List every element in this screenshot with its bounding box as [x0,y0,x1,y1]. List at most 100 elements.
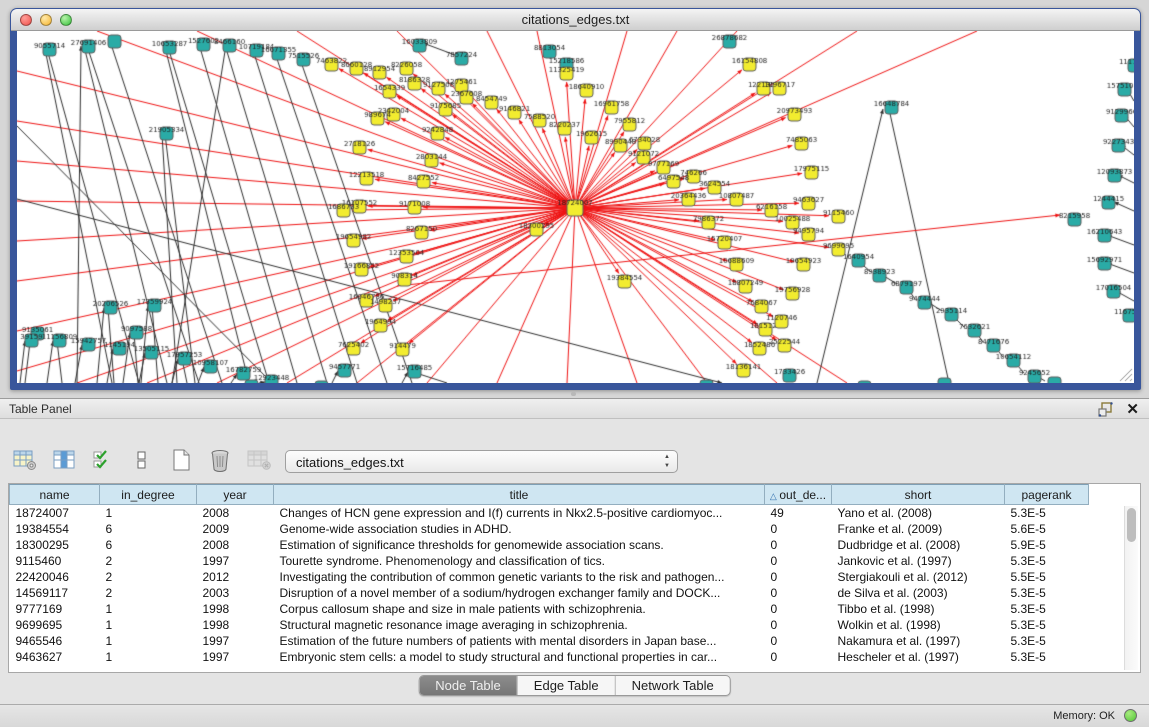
table-cell[interactable]: 2009 [197,521,274,537]
delete-icon[interactable] [207,448,233,472]
table-cell[interactable]: Tibbo et al. (1998) [832,601,1005,617]
table-cell[interactable]: 18724007 [10,505,100,521]
table-row[interactable]: 969969511998Structural magnetic resonanc… [10,617,1089,633]
tab-edge-table[interactable]: Edge Table [518,676,616,695]
table-cell[interactable]: 5.3E-5 [1005,617,1089,633]
scrollbar-thumb[interactable] [1127,508,1136,542]
table-cell[interactable]: 1997 [197,633,274,649]
network-canvas[interactable] [17,31,1134,383]
table-cell[interactable]: 0 [765,585,832,601]
table-select-dropdown[interactable]: citations_edges.txt ▲▼ [285,450,678,473]
table-options-icon[interactable] [12,448,38,472]
table-cell[interactable]: Embryonic stem cells: a model to study s… [274,649,765,665]
table-cell[interactable]: Nakamura et al. (1997) [832,633,1005,649]
table-cell[interactable]: 2 [100,569,197,585]
table-cell[interactable]: Estimation of the future numbers of pati… [274,633,765,649]
table-cell[interactable]: 0 [765,633,832,649]
table-cell[interactable]: 0 [765,569,832,585]
table-cell[interactable]: 5.3E-5 [1005,601,1089,617]
table-cell[interactable]: Investigating the contribution of common… [274,569,765,585]
table-cell[interactable]: 5.5E-5 [1005,569,1089,585]
table-cell[interactable]: 5.3E-5 [1005,633,1089,649]
panel-splitter-handle[interactable] [571,392,576,396]
table-vertical-scrollbar[interactable] [1124,506,1138,670]
table-cell[interactable]: 14569117 [10,585,100,601]
float-window-icon[interactable] [1098,402,1113,417]
table-cell[interactable]: 2 [100,553,197,569]
table-row[interactable]: 1872400712008Changes of HCN gene express… [10,505,1089,521]
tab-network-table[interactable]: Network Table [616,676,730,695]
column-header-year[interactable]: year [197,485,274,505]
memory-status-icon[interactable] [1124,709,1137,722]
table-row[interactable]: 911546021997Tourette syndrome. Phenomeno… [10,553,1089,569]
table-cell[interactable]: 1997 [197,553,274,569]
select-rows-icon[interactable] [90,448,116,472]
column-header-title[interactable]: title [274,485,765,505]
table-cell[interactable]: 1998 [197,617,274,633]
table-cell[interactable]: Estimation of significance thresholds fo… [274,537,765,553]
table-cell[interactable]: Genome-wide association studies in ADHD. [274,521,765,537]
table-cell[interactable]: 1 [100,505,197,521]
table-cell[interactable]: 9465546 [10,633,100,649]
table-cell[interactable]: Tourette syndrome. Phenomenology and cla… [274,553,765,569]
table-cell[interactable]: 2008 [197,505,274,521]
table-cell[interactable]: 1997 [197,649,274,665]
table-cell[interactable]: 6 [100,537,197,553]
window-titlebar[interactable]: citations_edges.txt [11,9,1140,31]
create-column-icon[interactable] [168,448,194,472]
table-cell[interactable]: 5.3E-5 [1005,505,1089,521]
table-cell[interactable]: Yano et al. (2008) [832,505,1005,521]
table-cell[interactable]: Hescheler et al. (1997) [832,649,1005,665]
table-cell[interactable]: 0 [765,617,832,633]
table-cell[interactable]: Wolkin et al. (1998) [832,617,1005,633]
table-cell[interactable]: Dudbridge et al. (2008) [832,537,1005,553]
table-cell[interactable]: 5.3E-5 [1005,553,1089,569]
table-cell[interactable]: 2 [100,585,197,601]
column-header-short[interactable]: short [832,485,1005,505]
row-height-icon[interactable] [129,448,155,472]
table-cell[interactable]: 22420046 [10,569,100,585]
table-cell[interactable]: 1 [100,633,197,649]
table-cell[interactable]: 2008 [197,537,274,553]
table-cell[interactable]: 0 [765,649,832,665]
table-cell[interactable]: 2012 [197,569,274,585]
table-cell[interactable]: Franke et al. (2009) [832,521,1005,537]
table-cell[interactable]: 9699695 [10,617,100,633]
table-cell[interactable]: 5.3E-5 [1005,585,1089,601]
table-cell[interactable]: 5.9E-5 [1005,537,1089,553]
table-row[interactable]: 977716911998Corpus callosum shape and si… [10,601,1089,617]
table-cell[interactable]: 49 [765,505,832,521]
table-cell[interactable]: 6 [100,521,197,537]
column-header-out_de[interactable]: △ out_de... [765,485,832,505]
table-cell[interactable]: Changes of HCN gene expression and I(f) … [274,505,765,521]
table-cell[interactable]: 0 [765,537,832,553]
table-cell[interactable]: 1 [100,617,197,633]
table-row[interactable]: 2242004622012Investigating the contribut… [10,569,1089,585]
table-cell[interactable]: Corpus callosum shape and size in male p… [274,601,765,617]
table-cell[interactable]: de Silva et al. (2003) [832,585,1005,601]
table-row[interactable]: 1456911722003Disruption of a novel membe… [10,585,1089,601]
table-cell[interactable]: 5.3E-5 [1005,649,1089,665]
column-header-in_degree[interactable]: in_degree [100,485,197,505]
table-cell[interactable]: 18300295 [10,537,100,553]
table-row[interactable]: 946362711997Embryonic stem cells: a mode… [10,649,1089,665]
table-cell[interactable]: 1998 [197,601,274,617]
table-cell[interactable]: 1 [100,649,197,665]
show-columns-icon[interactable] [51,448,77,472]
column-header-name[interactable]: name [10,485,100,505]
table-cell[interactable]: 0 [765,601,832,617]
tab-node-table[interactable]: Node Table [419,676,518,695]
table-cell[interactable]: Disruption of a novel member of a sodium… [274,585,765,601]
table-cell[interactable]: 19384554 [10,521,100,537]
table-cell[interactable]: Stergiakouli et al. (2012) [832,569,1005,585]
table-cell[interactable]: 5.6E-5 [1005,521,1089,537]
column-header-pagerank[interactable]: pagerank [1005,485,1089,505]
table-cell[interactable]: 2003 [197,585,274,601]
table-row[interactable]: 1938455462009Genome-wide association stu… [10,521,1089,537]
table-cell[interactable]: 9463627 [10,649,100,665]
close-icon[interactable]: ✕ [1126,400,1139,418]
table-cell[interactable]: 0 [765,553,832,569]
table-cell[interactable]: 9777169 [10,601,100,617]
table-row[interactable]: 946554611997Estimation of the future num… [10,633,1089,649]
table-row[interactable]: 1830029562008Estimation of significance … [10,537,1089,553]
